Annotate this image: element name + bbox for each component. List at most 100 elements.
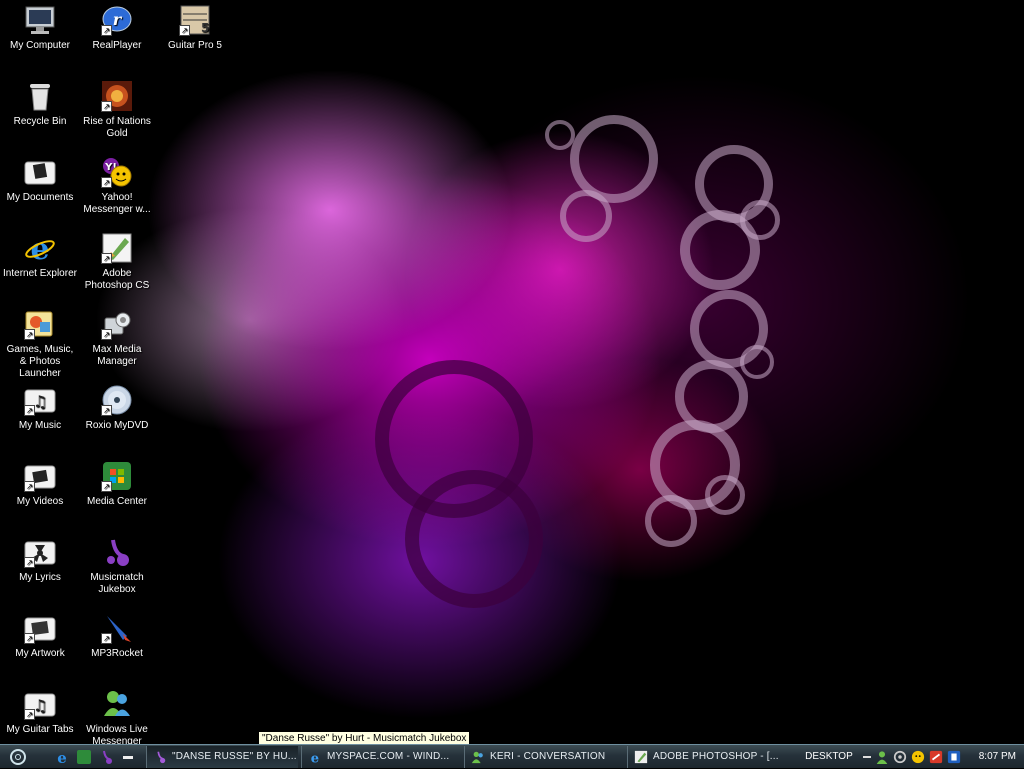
wallpaper-ring	[680, 210, 760, 290]
lyrics-folder-icon: ↗	[24, 536, 56, 568]
desktop-icon-roxio-mydvd[interactable]: ↗ Roxio MyDVD	[79, 384, 155, 432]
satellite-icon[interactable]	[893, 750, 907, 764]
internet-explorer-icon: e	[24, 232, 56, 264]
guitar-tabs-folder-icon: ♫ ↗	[24, 688, 56, 720]
desktop-icon-label: My Videos	[16, 496, 64, 507]
desktop-icon-my-guitar-tabs[interactable]: ♫ ↗ My Guitar Tabs	[2, 688, 78, 736]
desktop-icon-photoshop[interactable]: ↗ Adobe Photoshop CS	[79, 232, 155, 292]
clock[interactable]: 8:07 PM	[979, 751, 1016, 762]
artwork-folder-icon: ↗	[24, 612, 56, 644]
documents-folder-icon	[24, 156, 56, 188]
recycle-bin-icon	[24, 80, 56, 112]
desktop-icon-musicmatch[interactable]: Musicmatch Jukebox	[79, 536, 155, 596]
desktop-icon-label: My Music	[18, 420, 62, 431]
desktop-icon-media-center[interactable]: ↗ Media Center	[79, 460, 155, 508]
desktop-icon-label: Roxio MyDVD	[85, 420, 149, 431]
rocket-icon: ↗	[101, 612, 133, 644]
network-icon[interactable]	[947, 750, 961, 764]
yahoo-messenger-icon[interactable]	[911, 750, 925, 764]
quick-launch: e	[54, 749, 136, 767]
taskbar: e "DANSE RUSSE" BY HU... e MYSPACE.COM -…	[0, 744, 1024, 768]
wallpaper-ring	[705, 475, 745, 515]
shortcut-arrow-icon: ↗	[179, 25, 190, 36]
security-icon[interactable]	[929, 750, 943, 764]
internet-explorer-icon[interactable]: e	[54, 749, 70, 767]
desktop-icon-rise-of-nations[interactable]: ↗ Rise of Nations Gold	[79, 80, 155, 140]
wallpaper-ring	[545, 120, 575, 150]
shortcut-arrow-icon: ↗	[24, 557, 35, 568]
desktop-icon-internet-explorer[interactable]: e Internet Explorer	[2, 232, 78, 280]
shortcut-arrow-icon: ↗	[101, 177, 112, 188]
yahoo-messenger-icon: Y! ↗	[101, 156, 133, 188]
shortcut-arrow-icon: ↗	[101, 25, 112, 36]
desktop-icon-my-lyrics[interactable]: ↗ My Lyrics	[2, 536, 78, 584]
minimize-icon[interactable]	[862, 755, 871, 758]
desktop-icon-label: My Guitar Tabs	[6, 724, 74, 735]
minimize-icon[interactable]	[120, 749, 136, 765]
desktop-icon-label: MP3Rocket	[91, 648, 143, 659]
taskbar-button-musicmatch[interactable]: "DANSE RUSSE" BY HU...	[146, 745, 298, 768]
taskbar-button-conversation[interactable]: KERI - CONVERSATION	[464, 745, 624, 768]
desktop-icon-label: Max Media Manager	[92, 344, 142, 367]
desktop-icon-label: Guitar Pro 5	[168, 40, 222, 51]
wallpaper-ring	[645, 495, 697, 547]
desktop-icon-mp3rocket[interactable]: ↗ MP3Rocket	[79, 612, 155, 660]
taskbar-button-photoshop[interactable]: ADOBE PHOTOSHOP - [...	[627, 745, 797, 768]
music-folder-icon: ♫ ↗	[24, 384, 56, 416]
svg-text:5: 5	[201, 21, 209, 35]
start-button-icon[interactable]	[10, 748, 26, 765]
desktop-icon-label: My Documents	[6, 192, 74, 203]
desktop-icon-label: Recycle Bin	[13, 116, 67, 127]
desktop-icon-label: Internet Explorer	[3, 268, 77, 279]
desktop-icon-yahoo-messenger[interactable]: Y! ↗ Yahoo! Messenger w...	[79, 156, 155, 216]
photoshop-icon: ↗	[101, 232, 133, 264]
live-messenger-icon	[101, 688, 133, 720]
desktop-icon-windows-live-messenger[interactable]: Windows Live Messenger	[79, 688, 155, 748]
shortcut-arrow-icon: ↗	[24, 633, 35, 644]
desktop-icon-my-computer[interactable]: My Computer	[2, 4, 78, 52]
desktop-icon-launcher[interactable]: ↗ Games, Music, & Photos Launcher	[2, 308, 78, 380]
shortcut-arrow-icon: ↗	[101, 633, 112, 644]
musicmatch-icon[interactable]	[98, 749, 114, 765]
shortcut-arrow-icon: ↗	[24, 709, 35, 720]
shortcut-arrow-icon: ↗	[24, 481, 35, 492]
desktop-toolbar-label[interactable]: DESKTOP	[805, 751, 853, 762]
desktop-icon-my-artwork[interactable]: ↗ My Artwork	[2, 612, 78, 660]
desktop-icon-my-music[interactable]: ♫ ↗ My Music	[2, 384, 78, 432]
desktop-icon-my-documents[interactable]: My Documents	[2, 156, 78, 204]
internet-explorer-icon: e	[308, 750, 322, 766]
desktop-icon-realplayer[interactable]: r ↗ RealPlayer	[79, 4, 155, 52]
shortcut-arrow-icon: ↗	[101, 253, 112, 264]
realplayer-icon: r ↗	[101, 4, 133, 36]
musicmatch-icon	[153, 750, 167, 764]
task-label: MYSPACE.COM - WIND...	[327, 751, 450, 762]
desktop-icon-label: Games, Music, & Photos Launcher	[6, 344, 74, 379]
dvd-icon: ↗	[101, 384, 133, 416]
media-center-icon: ↗	[101, 460, 133, 492]
launcher-icon: ↗	[24, 308, 56, 340]
desktop-icon-label: Media Center	[86, 496, 148, 507]
media-center-icon[interactable]	[76, 749, 92, 765]
live-messenger-icon	[471, 750, 485, 764]
desktop-icon-label: RealPlayer	[92, 40, 142, 51]
shortcut-arrow-icon: ↗	[101, 101, 112, 112]
desktop-icon-max-media-manager[interactable]: ↗ Max Media Manager	[79, 308, 155, 368]
taskbar-button-myspace[interactable]: e MYSPACE.COM - WIND...	[301, 745, 461, 768]
videos-folder-icon: ↗	[24, 460, 56, 492]
svg-text:e: e	[311, 751, 320, 764]
desktop-icon-label: Rise of Nations Gold	[83, 116, 151, 139]
desktop-icon-recycle-bin[interactable]: Recycle Bin	[2, 80, 78, 128]
desktop-icon-label: Yahoo! Messenger w...	[83, 192, 151, 215]
live-messenger-icon[interactable]	[875, 750, 889, 764]
desktop-icon-my-videos[interactable]: ↗ My Videos	[2, 460, 78, 508]
media-manager-icon: ↗	[101, 308, 133, 340]
shortcut-arrow-icon: ↗	[24, 329, 35, 340]
desktop-icon-label: Musicmatch Jukebox	[90, 572, 144, 595]
desktop-icon-guitar-pro[interactable]: 5 ↗ Guitar Pro 5	[157, 4, 233, 52]
wallpaper-speaker-ring	[405, 470, 543, 608]
shortcut-arrow-icon: ↗	[24, 405, 35, 416]
shortcut-arrow-icon: ↗	[101, 329, 112, 340]
rise-of-nations-icon: ↗	[101, 80, 133, 112]
system-tray: DESKTOP 8:07 PM	[805, 745, 1024, 769]
task-label: "DANSE RUSSE" BY HU...	[172, 751, 297, 762]
